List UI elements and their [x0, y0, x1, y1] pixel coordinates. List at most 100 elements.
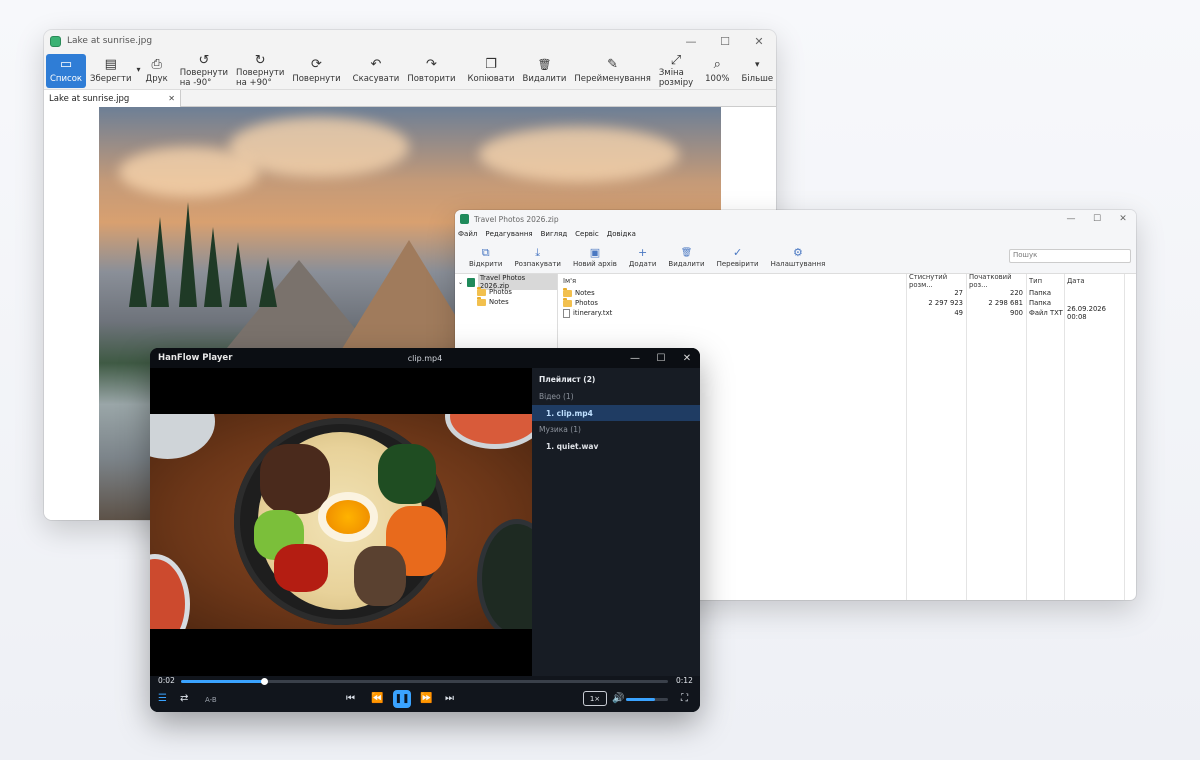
menu-file[interactable]: Файл [458, 230, 477, 238]
row-name: itinerary.txt [573, 309, 613, 317]
time-total: 0:12 [676, 676, 693, 685]
volume-icon[interactable]: 🔊 [612, 693, 624, 704]
column-divider [1064, 274, 1065, 600]
extract-button[interactable]: ⤓ Розпакувати [508, 246, 567, 268]
row-date: 26.09.2026 00:08 [1067, 305, 1106, 321]
redo-button[interactable]: ↷ Повторити [403, 54, 459, 88]
table-row[interactable]: Notes 27 220 Папка [558, 287, 1136, 298]
maximize-icon[interactable]: ☐ [1084, 210, 1110, 228]
row-compressed: 27 [954, 289, 963, 297]
column-date[interactable]: Дата [1064, 277, 1124, 285]
trash-icon: 🗑 [537, 57, 552, 71]
playlist-group-music[interactable]: Музика (1) [532, 421, 700, 438]
chevron-down-icon: ▾ [755, 59, 760, 70]
open-button[interactable]: ⧉ Відкрити [463, 246, 508, 268]
close-icon[interactable]: ✕ [1110, 210, 1136, 228]
chevron-down-icon: ▾ [136, 64, 141, 74]
rewind-icon[interactable]: ⏪ [371, 693, 383, 704]
rotate-left-icon: ↺ [198, 52, 210, 68]
save-button[interactable]: ▤ Зберегти [86, 54, 136, 88]
previous-icon[interactable]: ⏮ [346, 693, 355, 704]
print-button[interactable]: ⎙ Друк [142, 54, 172, 88]
tab-lake-at-sunrise[interactable]: Lake at sunrise.jpg ✕ [44, 90, 181, 107]
copy-button[interactable]: ❐ Копіювати [463, 54, 518, 88]
check-icon: ✓ [732, 245, 743, 259]
column-original[interactable]: Початковий роз... [966, 273, 1026, 289]
row-compressed: 49 [954, 309, 963, 317]
tree [259, 257, 277, 307]
speed-button[interactable]: 1× [583, 691, 607, 706]
menu-view[interactable]: Вигляд [541, 230, 568, 238]
column-name[interactable]: Ім'я [558, 277, 906, 285]
pause-button[interactable]: ❚❚ [393, 690, 411, 708]
playlist-group-video[interactable]: Відео (1) [532, 388, 700, 405]
playlist-item-quiet[interactable]: 1. quiet.wav [532, 438, 700, 454]
delete-button[interactable]: 🗑 Видалити [662, 246, 710, 268]
cloud [479, 127, 679, 182]
viewer-app-icon [50, 35, 61, 47]
volume-slider[interactable] [626, 698, 668, 701]
volume-level [626, 698, 655, 701]
fullscreen-icon[interactable]: ⛶ [681, 693, 688, 704]
gochujang [274, 544, 328, 592]
playlist-item-clip[interactable]: 1. clip.mp4 [532, 405, 700, 421]
ab-repeat-button[interactable]: A-B [205, 696, 217, 704]
text-file-icon [563, 308, 570, 318]
archive-menubar: Файл Редагування Вигляд Сервіс Довідка [455, 228, 1136, 240]
seek-handle[interactable] [260, 678, 268, 685]
player-titlebar[interactable]: HanFlow Player clip.mp4 — ☐ ✕ [150, 348, 700, 368]
time-current: 0:02 [158, 676, 175, 685]
rotate-right-button[interactable]: ↻ Повернути на +90° [232, 52, 288, 88]
video-area[interactable] [150, 368, 532, 676]
tab-close-icon[interactable]: ✕ [168, 94, 175, 103]
mushroom [354, 546, 406, 606]
viewer-titlebar[interactable]: Lake at sunrise.jpg — ☐ ✕ [44, 30, 776, 52]
resize-button[interactable]: ⤢ Зміна розміру [655, 53, 697, 88]
playlist-toggle-icon[interactable]: ☰ [158, 693, 167, 704]
add-button[interactable]: + Додати [623, 246, 663, 268]
new-archive-button[interactable]: ▣ Новий архів [567, 246, 623, 268]
copy-icon: ❐ [485, 56, 497, 72]
rotate-right-icon: ↻ [254, 52, 266, 68]
close-icon[interactable]: ✕ [742, 30, 776, 52]
save-icon: ▤ [104, 56, 117, 72]
menu-service[interactable]: Сервіс [575, 230, 599, 238]
repeat-icon[interactable]: ⇄ [180, 693, 188, 704]
viewer-title: Lake at sunrise.jpg [67, 36, 153, 46]
test-button[interactable]: ✓ Перевірити [711, 246, 765, 268]
row-type: Папка [1029, 299, 1051, 307]
maximize-icon[interactable]: ☐ [648, 348, 674, 368]
trash-icon: 🗑 [680, 247, 693, 258]
list-button[interactable]: ▭ Список [46, 53, 87, 88]
rename-button[interactable]: ✎ Перейменування [570, 54, 654, 88]
settings-button[interactable]: ⚙ Налаштування [765, 246, 832, 268]
undo-button[interactable]: ↶ Скасувати [349, 54, 404, 88]
maximize-icon[interactable]: ☐ [708, 30, 742, 52]
media-player-window[interactable]: HanFlow Player clip.mp4 — ☐ ✕ Плейлист (… [150, 348, 700, 712]
table-row[interactable]: Photos 2 297 923 2 298 681 Папка [558, 297, 1136, 308]
fast-forward-icon[interactable]: ⏩ [420, 693, 432, 704]
close-icon[interactable]: ✕ [674, 348, 700, 368]
chevron-down-icon[interactable]: ⌄ [458, 279, 463, 286]
tree-root[interactable]: ⌄ Travel Photos 2026.zip [455, 274, 557, 290]
column-type[interactable]: Тип [1026, 277, 1064, 285]
minimize-icon[interactable]: — [1058, 210, 1084, 228]
minimize-icon[interactable]: — [674, 30, 708, 52]
archive-titlebar[interactable]: Travel Photos 2026.zip — ☐ ✕ [455, 210, 1136, 228]
menu-edit[interactable]: Редагування [485, 230, 532, 238]
more-button[interactable]: ▾ Більше [737, 54, 776, 88]
rotate-left-button[interactable]: ↺ Повернути на -90° [176, 52, 232, 88]
tree-item-notes[interactable]: Notes [455, 296, 557, 307]
video-frame [150, 414, 532, 629]
zoom-button[interactable]: ⌕ 100% [701, 54, 733, 88]
table-row[interactable]: itinerary.txt 49 900 Файл TXT 26.09.2026… [558, 305, 1136, 321]
seek-bar[interactable] [181, 678, 668, 685]
next-icon[interactable]: ⏭ [445, 693, 454, 704]
search-input[interactable]: Пошук [1009, 249, 1131, 263]
menu-help[interactable]: Довідка [607, 230, 636, 238]
rotate-button[interactable]: ⟳ Повернути [288, 54, 344, 88]
side-dish [150, 559, 185, 629]
delete-button[interactable]: 🗑 Видалити [519, 54, 571, 88]
minimize-icon[interactable]: — [622, 348, 648, 368]
column-compressed[interactable]: Стиснутий розм... [906, 273, 966, 289]
